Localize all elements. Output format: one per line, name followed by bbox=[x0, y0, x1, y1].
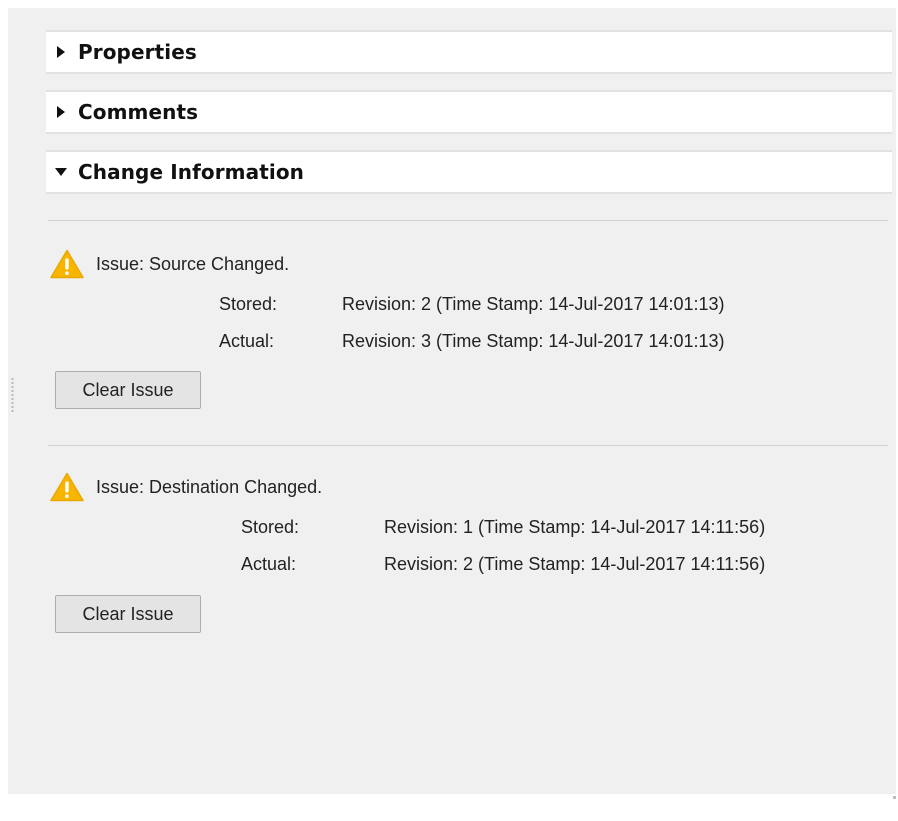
issue-title-destination: Issue: Destination Changed. bbox=[50, 472, 322, 502]
stored-value: Revision: 1 (Time Stamp: 14-Jul-2017 14:… bbox=[384, 517, 766, 537]
actual-value: Revision: 3 (Time Stamp: 14-Jul-2017 14:… bbox=[342, 331, 725, 351]
section-title-comments: Comments bbox=[78, 100, 199, 124]
triangle-right-icon bbox=[54, 105, 68, 119]
section-title-change-information: Change Information bbox=[78, 160, 305, 184]
issue-title-text: Issue: Source Changed. bbox=[96, 253, 290, 274]
warning-icon bbox=[50, 249, 84, 279]
divider bbox=[48, 220, 888, 221]
section-title-properties: Properties bbox=[78, 40, 197, 64]
triangle-right-icon bbox=[54, 45, 68, 59]
clear-issue-button-source[interactable]: Clear Issue bbox=[55, 371, 201, 409]
resize-corner[interactable] bbox=[893, 796, 896, 799]
divider bbox=[48, 445, 888, 446]
triangle-down-icon bbox=[54, 167, 68, 177]
stored-label: Stored: bbox=[219, 294, 278, 314]
section-header-comments[interactable]: Comments bbox=[46, 90, 892, 134]
stored-label: Stored: bbox=[241, 517, 300, 537]
resize-grip[interactable] bbox=[11, 377, 14, 413]
actual-label: Actual: bbox=[241, 554, 297, 574]
issue-title-source: Issue: Source Changed. bbox=[50, 249, 289, 279]
actual-label: Actual: bbox=[219, 331, 275, 351]
clear-issue-button-destination[interactable]: Clear Issue bbox=[55, 595, 201, 633]
warning-icon bbox=[50, 472, 84, 502]
section-header-change-information[interactable]: Change Information bbox=[46, 150, 892, 194]
actual-value: Revision: 2 (Time Stamp: 14-Jul-2017 14:… bbox=[384, 554, 766, 574]
section-header-properties[interactable]: Properties bbox=[46, 30, 892, 74]
stored-value: Revision: 2 (Time Stamp: 14-Jul-2017 14:… bbox=[342, 294, 725, 314]
issue-title-text: Issue: Destination Changed. bbox=[96, 476, 323, 497]
